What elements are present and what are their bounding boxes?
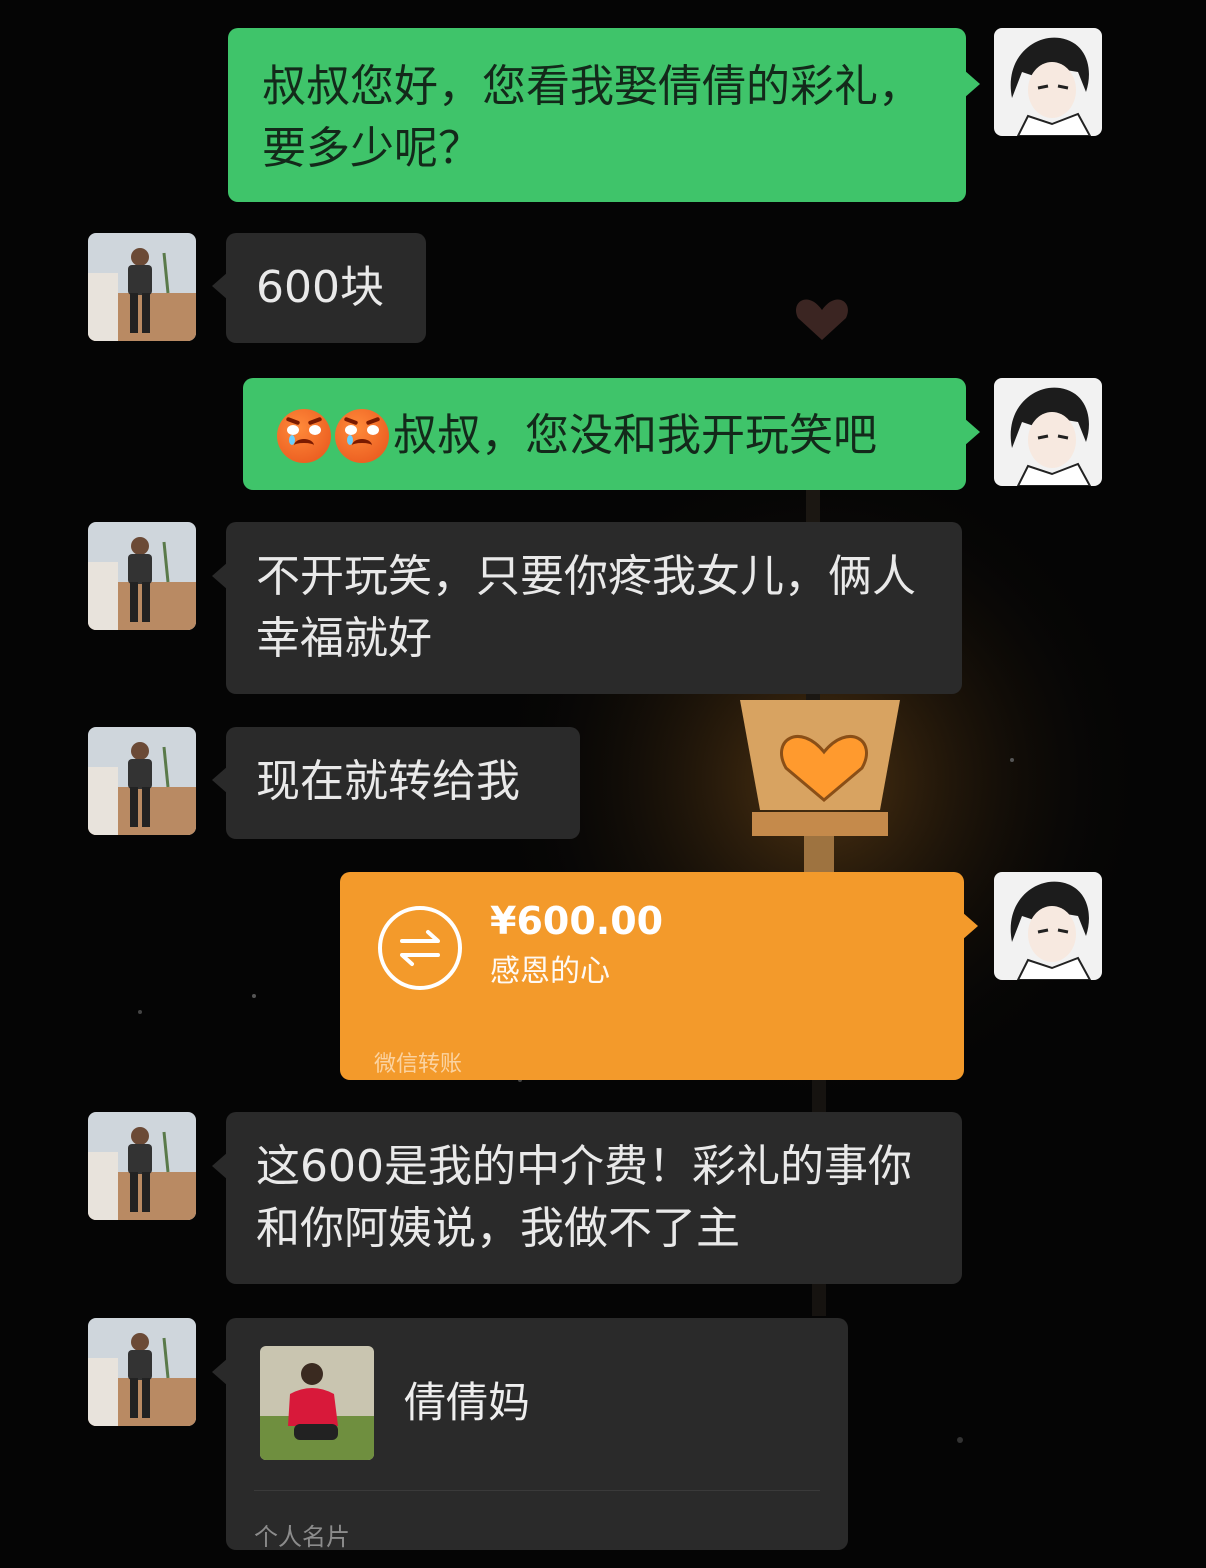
message-text: 不开玩笑，只要你疼我女儿，俩人幸福就好 [256, 551, 916, 664]
message-bubble-mine[interactable]: 叔叔，您没和我开玩笑吧 [243, 378, 966, 490]
anime-boy-avatar-icon [994, 28, 1102, 136]
contact-photo-avatar [260, 1346, 374, 1460]
uncle-photo-avatar-icon [88, 727, 196, 835]
transfer-type-label: 微信转账 [374, 1052, 463, 1077]
bubble-tail [964, 70, 980, 98]
message-bubble-theirs[interactable]: 不开玩笑，只要你疼我女儿，俩人幸福就好 [226, 522, 962, 694]
uncle-avatar[interactable] [88, 727, 196, 835]
uncle-avatar[interactable] [88, 1318, 196, 1426]
transfer-arrows-icon [378, 906, 462, 990]
uncle-photo-avatar-icon [88, 1318, 196, 1426]
uncle-avatar[interactable] [88, 522, 196, 630]
transfer-note: 感恩的心 [490, 954, 610, 989]
my-avatar[interactable] [994, 378, 1102, 486]
uncle-photo-avatar-icon [88, 1112, 196, 1220]
uncle-photo-avatar-icon [88, 522, 196, 630]
contact-name: 倩倩妈 [404, 1378, 531, 1427]
message-text: 这600是我的中介费！彩礼的事你和你阿姨说，我做不了主 [256, 1141, 912, 1254]
angry-crying-face-emoji-icon [335, 409, 389, 463]
uncle-photo-avatar-icon [88, 233, 196, 341]
message-text: 现在就转给我 [256, 756, 520, 807]
message-bubble-theirs[interactable]: 这600是我的中介费！彩礼的事你和你阿姨说，我做不了主 [226, 1112, 962, 1284]
angry-crying-face-emoji-icon [277, 409, 331, 463]
my-avatar[interactable] [994, 872, 1102, 980]
bubble-tail [962, 912, 978, 940]
bubble-tail [964, 418, 980, 446]
anime-boy-avatar-icon [994, 872, 1102, 980]
message-text: 600块 [256, 262, 384, 313]
message-bubble-theirs[interactable]: 现在就转给我 [226, 727, 580, 839]
uncle-avatar[interactable] [88, 233, 196, 341]
uncle-avatar[interactable] [88, 1112, 196, 1220]
my-avatar[interactable] [994, 28, 1102, 136]
contact-card-bubble[interactable]: 倩倩妈 个人名片 [226, 1318, 848, 1551]
contact-card-type-label: 个人名片 [254, 1523, 350, 1551]
message-text: 叔叔您好，您看我娶倩倩的彩礼，要多少呢？ [262, 61, 922, 174]
transfer-bubble[interactable]: ¥600.00 感恩的心 微信转账 [340, 872, 964, 1080]
transfer-amount: ¥600.00 [490, 899, 664, 943]
message-text: 叔叔，您没和我开玩笑吧 [393, 410, 877, 461]
message-bubble-theirs[interactable]: 600块 [226, 233, 426, 343]
message-bubble-mine[interactable]: 叔叔您好，您看我娶倩倩的彩礼，要多少呢？ [228, 28, 966, 202]
anime-boy-avatar-icon [994, 378, 1102, 486]
card-divider [254, 1490, 820, 1491]
